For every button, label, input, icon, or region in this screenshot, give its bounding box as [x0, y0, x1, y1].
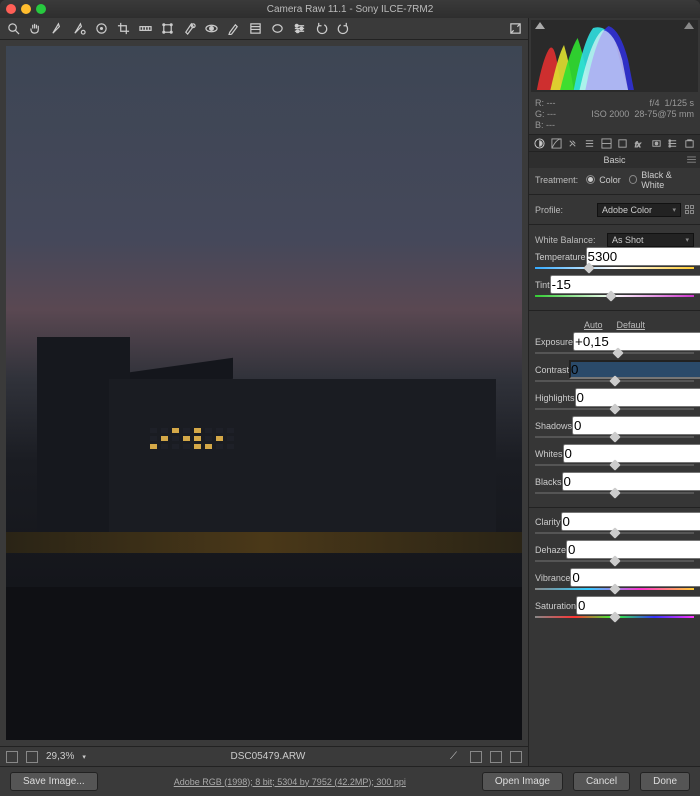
auto-button[interactable]: Auto — [584, 320, 603, 330]
graduated-filter-tool-icon[interactable] — [248, 22, 262, 36]
adjustment-brush-tool-icon[interactable] — [226, 22, 240, 36]
dehaze-slider[interactable]: Dehaze — [535, 543, 694, 566]
workflow-options-link[interactable]: Adobe RGB (1998); 8 bit; 5304 by 7952 (4… — [108, 777, 472, 787]
white-balance-dropdown[interactable]: As Shot — [607, 233, 694, 247]
transform-tool-icon[interactable] — [160, 22, 174, 36]
highlight-clip-icon[interactable] — [684, 22, 694, 29]
crop-tool-icon[interactable] — [116, 22, 130, 36]
preview-swap-icon[interactable] — [490, 751, 502, 763]
profile-dropdown[interactable]: Adobe Color — [597, 203, 681, 217]
window-title: Camera Raw 11.1 - Sony ILCE-7RM2 — [0, 4, 700, 15]
tab-snapshots[interactable] — [683, 137, 696, 150]
save-image-button[interactable]: Save Image... — [10, 772, 98, 791]
contrast-slider[interactable]: Contrast — [535, 363, 694, 386]
saturation-slider[interactable]: Saturation — [535, 599, 694, 622]
blacks-slider[interactable]: Blacks — [535, 475, 694, 498]
open-image-button[interactable]: Open Image — [482, 772, 563, 791]
target-adjustment-tool-icon[interactable] — [94, 22, 108, 36]
rgb-g: G: --- — [535, 109, 556, 119]
whites-slider[interactable]: Whites — [535, 447, 694, 470]
preview-split-icon[interactable] — [470, 751, 482, 763]
panel-tabs: fx — [529, 134, 700, 152]
image-preview[interactable] — [6, 46, 522, 740]
zoom-tool-icon[interactable] — [6, 22, 20, 36]
rotate-right-icon[interactable] — [336, 22, 350, 36]
rotate-left-icon[interactable] — [314, 22, 328, 36]
cancel-button[interactable]: Cancel — [573, 772, 630, 791]
toolbar — [0, 18, 528, 40]
red-eye-tool-icon[interactable] — [204, 22, 218, 36]
panel-menu-icon[interactable] — [687, 156, 696, 163]
vibrance-slider[interactable]: Vibrance — [535, 571, 694, 594]
straighten-tool-icon[interactable] — [138, 22, 152, 36]
filmstrip-icon[interactable] — [26, 751, 38, 763]
treatment-bw-radio[interactable] — [629, 175, 638, 184]
tab-curve[interactable] — [550, 137, 563, 150]
shadow-clip-icon[interactable] — [535, 22, 545, 29]
tab-fx[interactable]: fx — [633, 137, 646, 150]
preview-before-icon[interactable]: ⟋ — [450, 751, 462, 763]
hand-tool-icon[interactable] — [28, 22, 42, 36]
fullscreen-icon[interactable] — [508, 22, 522, 36]
temperature-slider[interactable]: Temperature — [535, 250, 694, 273]
tab-calibration[interactable] — [650, 137, 663, 150]
done-button[interactable]: Done — [640, 772, 690, 791]
spot-removal-tool-icon[interactable] — [182, 22, 196, 36]
zoom-level[interactable]: 29,3% — [46, 751, 74, 762]
tab-detail[interactable] — [566, 137, 579, 150]
tab-presets[interactable] — [667, 137, 680, 150]
tab-basic[interactable] — [533, 137, 546, 150]
exposure-slider[interactable]: Exposure — [535, 335, 694, 358]
view-mode-icon[interactable] — [6, 751, 18, 763]
preferences-icon[interactable] — [292, 22, 306, 36]
rgb-r: R: --- — [535, 98, 556, 108]
svg-text:fx: fx — [635, 140, 641, 149]
titlebar: Camera Raw 11.1 - Sony ILCE-7RM2 — [0, 0, 700, 18]
shadows-slider[interactable]: Shadows — [535, 419, 694, 442]
panel-title: Basic — [529, 152, 700, 168]
preview-menu-icon[interactable] — [510, 751, 522, 763]
status-bar: 29,3%▾ DSC05479.ARW ⟋ — [0, 746, 528, 766]
histogram[interactable] — [531, 20, 698, 92]
default-button[interactable]: Default — [616, 320, 645, 330]
rgb-b: B: --- — [535, 120, 556, 130]
exif-readout: R: --- G: --- B: --- f/4 1/125 s ISO 200… — [529, 94, 700, 134]
white-balance-tool-icon[interactable] — [50, 22, 64, 36]
bottom-bar: Save Image... Adobe RGB (1998); 8 bit; 5… — [0, 766, 700, 796]
treatment-color-radio[interactable] — [586, 175, 595, 184]
tab-split[interactable] — [600, 137, 613, 150]
tab-lens[interactable] — [617, 137, 630, 150]
treatment-row: Treatment: Color Black & White — [535, 172, 694, 187]
tint-slider[interactable]: Tint — [535, 278, 694, 301]
clarity-slider[interactable]: Clarity — [535, 515, 694, 538]
radial-filter-tool-icon[interactable] — [270, 22, 284, 36]
tab-hsl[interactable] — [583, 137, 596, 150]
color-sampler-tool-icon[interactable] — [72, 22, 86, 36]
profile-browser-icon[interactable] — [685, 205, 694, 214]
filename: DSC05479.ARW — [94, 751, 442, 762]
highlights-slider[interactable]: Highlights — [535, 391, 694, 414]
